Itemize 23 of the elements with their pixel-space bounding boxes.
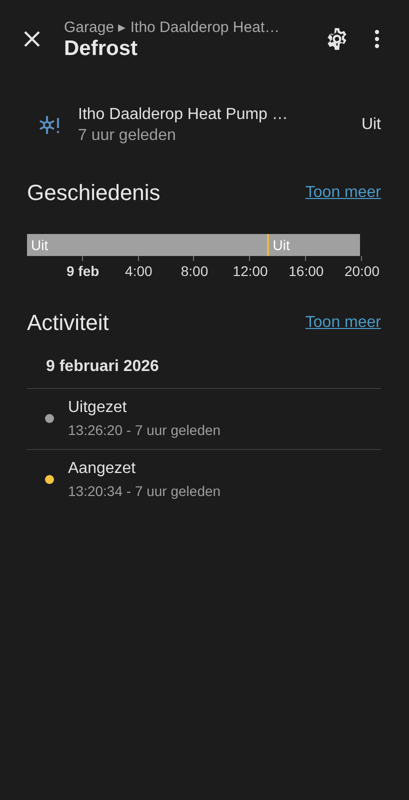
breadcrumb: Garage ▸ Itho Daalderop Heat… (64, 18, 281, 36)
segment-label: Uit (30, 237, 48, 253)
axis-label: 12:00 (232, 263, 268, 279)
entity-state: Uit (361, 116, 381, 134)
event-time: 13:20:34 - 7 uur geleden (68, 483, 221, 499)
snowflake-alert-icon (38, 113, 62, 137)
entity-name: Itho Daalderop Heat Pump … (78, 106, 289, 124)
segment-label: Uit (272, 237, 290, 253)
date-heading: 9 februari 2026 (45, 357, 160, 377)
event-title: Uitgezet (68, 399, 128, 417)
axis-label: 16:00 (288, 263, 324, 279)
section-title: Activiteit (27, 310, 109, 336)
axis-label: 20:00 (344, 263, 380, 279)
axis-label: 8:00 (180, 263, 208, 279)
show-more-link[interactable]: Toon meer (305, 184, 381, 202)
axis-label: 4:00 (125, 263, 152, 279)
show-more-link[interactable]: Toon meer (305, 314, 381, 332)
event-time: 13:26:20 - 7 uur geleden (68, 422, 221, 438)
last-changed: 7 uur geleden (78, 126, 177, 144)
axis-label: 9 feb (66, 263, 100, 279)
event-title: Aangezet (68, 460, 137, 478)
dialog-title: Defrost (64, 36, 139, 60)
section-title: Geschiedenis (27, 180, 160, 206)
